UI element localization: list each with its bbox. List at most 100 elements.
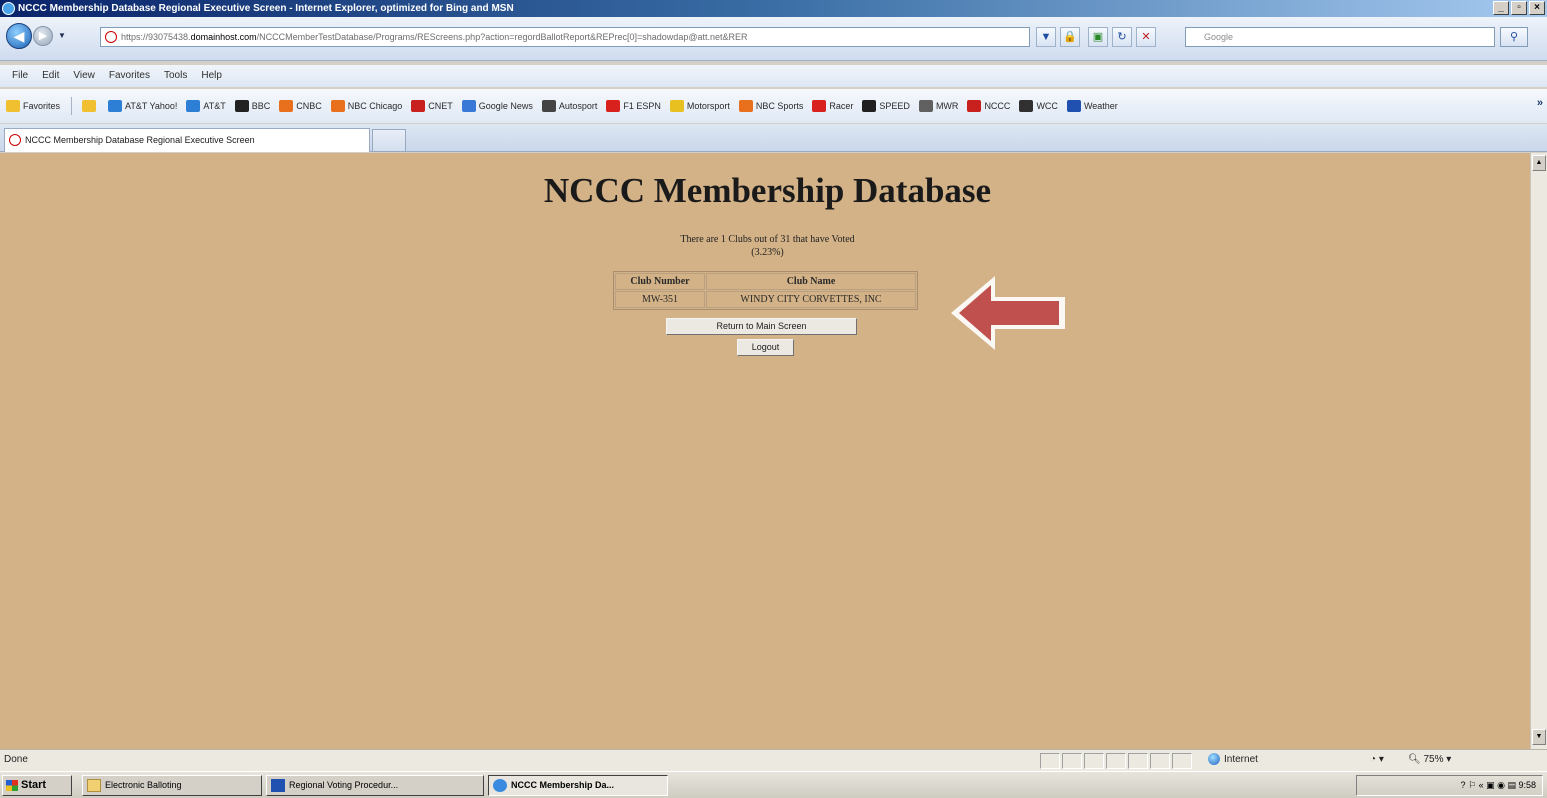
menu-tools[interactable]: Tools bbox=[164, 65, 187, 87]
favorite-site-icon bbox=[669, 100, 684, 112]
maximize-button[interactable]: ▫ bbox=[1511, 1, 1527, 15]
favorite-site-icon bbox=[279, 100, 294, 112]
security-zone-label: Internet bbox=[1224, 754, 1258, 765]
lock-icon[interactable]: 🔒 bbox=[1060, 27, 1080, 47]
favorites-overflow-icon[interactable]: » bbox=[1537, 97, 1543, 109]
favorite-label: CNBC bbox=[296, 101, 322, 111]
task-nccc-membership[interactable]: NCCC Membership Da... bbox=[488, 775, 668, 796]
zoom-icon: 🔍︎ bbox=[1408, 754, 1424, 765]
favorite-site-icon bbox=[411, 100, 426, 112]
club-number-cell: MW-351 bbox=[615, 291, 705, 308]
menu-bar: File Edit View Favorites Tools Help bbox=[0, 65, 1547, 87]
scroll-up-icon[interactable]: ▲ bbox=[1532, 155, 1546, 171]
page-content: NCCC Membership Database There are 1 Clu… bbox=[0, 153, 1530, 749]
favorite-link[interactable]: NBC Sports bbox=[738, 100, 803, 112]
compatibility-icon[interactable]: ▣ bbox=[1088, 27, 1108, 47]
favorite-link[interactable]: Racer bbox=[812, 100, 853, 112]
tab-nccc-database[interactable]: NCCC Membership Database Regional Execut… bbox=[4, 128, 370, 152]
task-label: Electronic Balloting bbox=[105, 780, 182, 790]
window-title-bar: NCCC Membership Database Regional Execut… bbox=[0, 0, 1547, 17]
favorite-link[interactable]: AT&T bbox=[186, 100, 226, 112]
forward-button[interactable]: ▶ bbox=[33, 26, 53, 46]
favorite-link[interactable]: Motorsport bbox=[669, 100, 730, 112]
annotation-arrow-fill bbox=[959, 285, 1059, 341]
favorites-list: AT&T Yahoo! AT&T BBC CNBC NBC Chicago CNET Goo… bbox=[108, 100, 1127, 112]
window-title: NCCC Membership Database Regional Execut… bbox=[18, 3, 514, 14]
favorite-link[interactable]: MWR bbox=[918, 100, 959, 112]
security-zone[interactable]: Internet bbox=[1208, 750, 1258, 770]
favorite-link[interactable]: AT&T Yahoo! bbox=[108, 100, 177, 112]
logout-button[interactable]: Logout bbox=[737, 339, 794, 356]
stop-icon[interactable]: ✕ bbox=[1136, 27, 1156, 47]
close-button[interactable]: × bbox=[1529, 1, 1545, 15]
menu-edit[interactable]: Edit bbox=[42, 65, 59, 87]
address-bar[interactable]: https://93075438.domainhost.com/NCCCMemb… bbox=[100, 27, 1030, 47]
favorite-link[interactable]: NCCC bbox=[967, 100, 1010, 112]
favorite-link[interactable]: Google News bbox=[461, 100, 533, 112]
favorite-link[interactable]: F1 ESPN bbox=[606, 100, 661, 112]
folder-icon bbox=[87, 779, 101, 792]
tray-icons[interactable]: ? ⚐ « ▣ ◉ ▤ bbox=[1461, 780, 1519, 790]
favorite-site-icon bbox=[234, 100, 249, 112]
tab-bar: NCCC Membership Database Regional Execut… bbox=[0, 124, 1547, 152]
start-button[interactable]: Start bbox=[2, 775, 72, 796]
status-segment bbox=[1172, 753, 1192, 769]
refresh-icon[interactable]: ↻ bbox=[1112, 27, 1132, 47]
vote-summary-text: There are 1 Clubs out of 31 that have Vo… bbox=[680, 234, 855, 245]
vote-percentage: (3.23%) bbox=[751, 247, 784, 258]
status-bar: Done Internet ◔ ▾ 🔍︎ 75% ▾ bbox=[0, 749, 1547, 771]
favorite-link[interactable]: SPEED bbox=[862, 100, 910, 112]
favorite-site-icon bbox=[461, 100, 476, 112]
status-segment bbox=[1128, 753, 1148, 769]
minimize-button[interactable]: _ bbox=[1493, 1, 1509, 15]
favorite-link[interactable]: Autosport bbox=[541, 100, 597, 112]
favorite-link[interactable]: WCC bbox=[1019, 100, 1058, 112]
add-favorite-icon[interactable] bbox=[82, 100, 99, 112]
vertical-scrollbar[interactable]: ▲ ▼ bbox=[1530, 153, 1547, 749]
protected-mode-icon[interactable]: ◔ ▾ bbox=[1370, 750, 1384, 770]
favorite-link[interactable]: Weather bbox=[1066, 100, 1118, 112]
ie-icon bbox=[493, 779, 507, 792]
favorite-link[interactable]: CNET bbox=[411, 100, 453, 112]
new-tab-button[interactable] bbox=[372, 129, 406, 151]
task-electronic-balloting[interactable]: Electronic Balloting bbox=[82, 775, 262, 796]
zoom-control[interactable]: 🔍︎ 75% ▾ bbox=[1408, 750, 1451, 770]
url-host: domainhost.com bbox=[190, 32, 257, 42]
favorites-button[interactable]: Favorites bbox=[6, 100, 60, 112]
favorite-site-icon bbox=[862, 100, 877, 112]
search-button[interactable]: ⚲ bbox=[1500, 27, 1528, 47]
status-segment bbox=[1040, 753, 1060, 769]
windows-logo-icon bbox=[6, 780, 18, 791]
menu-view[interactable]: View bbox=[73, 65, 95, 87]
menu-help[interactable]: Help bbox=[201, 65, 222, 87]
start-label: Start bbox=[21, 779, 47, 791]
return-to-main-button[interactable]: Return to Main Screen bbox=[666, 318, 857, 335]
task-label: NCCC Membership Da... bbox=[511, 780, 615, 790]
club-name-cell: WINDY CITY CORVETTES, INC bbox=[706, 291, 916, 308]
search-input[interactable]: Google bbox=[1185, 27, 1495, 47]
url-prefix: https://93075438. bbox=[121, 32, 191, 42]
history-dropdown-icon[interactable]: ▼ bbox=[58, 31, 66, 40]
favorite-link[interactable]: BBC bbox=[234, 100, 270, 112]
favorite-site-icon bbox=[606, 100, 621, 112]
favorite-site-icon bbox=[330, 100, 345, 112]
favorite-link[interactable]: CNBC bbox=[279, 100, 322, 112]
zoom-level: 75% bbox=[1423, 754, 1444, 765]
favorite-label: WCC bbox=[1036, 101, 1058, 111]
url-path: /NCCCMemberTestDatabase/Programs/REScree… bbox=[256, 32, 748, 42]
menu-file[interactable]: File bbox=[12, 65, 28, 87]
task-regional-voting[interactable]: Regional Voting Procedur... bbox=[266, 775, 484, 796]
favorite-label: NCCC bbox=[984, 101, 1011, 111]
address-dropdown-icon[interactable]: ▼ bbox=[1036, 27, 1056, 47]
annotation-arrow bbox=[951, 276, 1065, 350]
favorites-star-icon bbox=[6, 100, 20, 112]
favorites-bar: Favorites AT&T Yahoo! AT&T BBC CNBC NBC Chic… bbox=[0, 89, 1547, 123]
favorite-label: Motorsport bbox=[686, 101, 730, 111]
menu-favorites[interactable]: Favorites bbox=[109, 65, 150, 87]
favorite-link[interactable]: NBC Chicago bbox=[330, 100, 402, 112]
favorite-label: MWR bbox=[935, 101, 959, 111]
column-header-club-name: Club Name bbox=[706, 273, 916, 290]
scroll-down-icon[interactable]: ▼ bbox=[1532, 729, 1546, 745]
back-button[interactable]: ◀ bbox=[6, 23, 32, 49]
window-controls: _ ▫ × bbox=[1493, 1, 1545, 15]
